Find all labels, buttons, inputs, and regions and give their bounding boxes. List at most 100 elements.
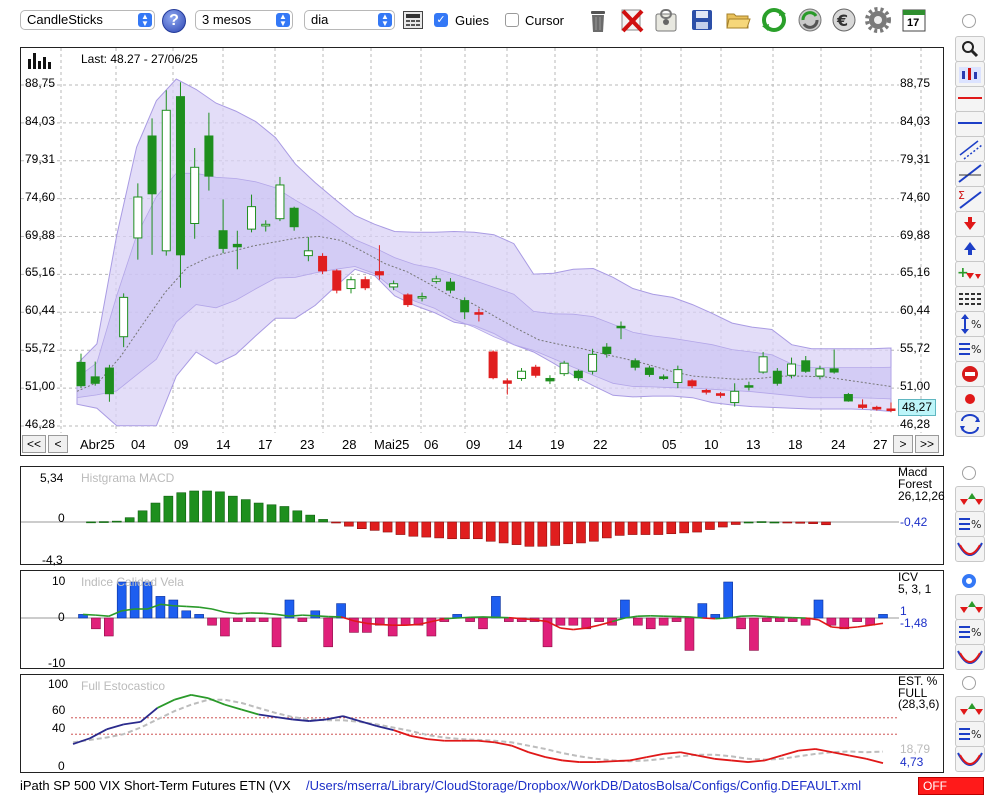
icv-line-segment [844, 626, 858, 629]
horizontal-line-red-button[interactable] [955, 86, 985, 112]
nav-next-label: > [899, 437, 907, 451]
stoch-k-line-segment [680, 751, 698, 757]
macd-tick-top: 5,34 [40, 471, 64, 485]
nav-next-button[interactable]: > [893, 435, 913, 453]
stoch-signals-button[interactable] [955, 696, 985, 722]
horizontal-line-blue-button[interactable] [955, 111, 985, 137]
settings-button[interactable] [864, 6, 892, 34]
channel-button[interactable] [955, 136, 985, 162]
main-panel-radio[interactable] [962, 14, 976, 28]
macd-percent-button[interactable]: % [955, 511, 985, 537]
record-button[interactable] [955, 386, 985, 412]
candle-body [374, 271, 384, 276]
sell-arrow-button[interactable] [955, 211, 985, 237]
zoom-button[interactable] [955, 36, 985, 62]
buy-arrow-button[interactable] [955, 236, 985, 262]
stoch-k-line-segment [528, 751, 546, 759]
magnifier-icon [962, 41, 979, 58]
nav-last-button[interactable]: >> [915, 435, 939, 453]
macd-bar [176, 492, 187, 523]
macd-panel-radio[interactable] [962, 466, 976, 480]
swap-button[interactable] [955, 411, 985, 437]
macd-bar [640, 521, 651, 535]
guies-checkbox[interactable]: ✓ [434, 13, 448, 27]
chart-style-button[interactable] [955, 61, 985, 87]
icv-signals-button[interactable] [955, 594, 985, 620]
icv-line-segment [766, 615, 780, 619]
macd-curve-button[interactable] [955, 536, 985, 562]
price-panel[interactable]: Last: 48.27 - 27/06/25 48,27 [20, 47, 944, 456]
price-tick-left: 65,16 [25, 265, 56, 280]
trendline-icon [958, 164, 982, 183]
stoch-tick-0: 0 [58, 759, 65, 773]
cursor-checkbox[interactable] [505, 13, 519, 27]
stoch-curve-button[interactable] [955, 746, 985, 772]
candle-body [488, 351, 498, 379]
calculator-button[interactable] [403, 11, 423, 29]
stoch-k-line-segment [258, 713, 276, 718]
icv-percent-button[interactable]: % [955, 619, 985, 645]
date-tick-label: 14 [216, 437, 231, 452]
open-folder-button[interactable] [724, 6, 752, 34]
icv-value-2: -1,48 [900, 616, 928, 630]
macd-bar [163, 495, 174, 523]
candle-body [403, 294, 413, 306]
icv-line-segment [508, 616, 522, 620]
stoch-k-line-segment [410, 734, 428, 741]
delete-button[interactable] [618, 6, 646, 34]
chart-type-select[interactable]: CandleSticks ▲ ▼ [20, 10, 155, 30]
add-signals-icon: + [957, 265, 981, 281]
icv-tick-zero: 0 [58, 610, 65, 624]
stoch-k-line-segment [865, 757, 884, 764]
stochastic-panel-radio[interactable] [962, 676, 976, 690]
candle-body [175, 96, 185, 256]
date-tick-label: 28 [342, 437, 357, 452]
save-button[interactable] [688, 6, 716, 34]
icv-bar [852, 617, 862, 622]
trendline-button[interactable] [955, 161, 985, 187]
icv-bar [104, 617, 114, 637]
status-badge[interactable]: OFF [918, 777, 984, 795]
refresh-button[interactable] [760, 6, 788, 34]
lock-button[interactable] [652, 6, 680, 34]
candle-body [858, 404, 868, 408]
date-tick-label: 18 [788, 437, 803, 452]
candle-body [104, 367, 114, 395]
stoch-k-line-segment [562, 759, 580, 763]
config-path[interactable]: /Users/mserra/Library/CloudStorage/Dropb… [306, 778, 861, 793]
buy-sell-signals-icon [960, 601, 983, 613]
period-select[interactable]: 3 mesos ▲ ▼ [195, 10, 293, 30]
candle-body [531, 366, 541, 376]
icv-panel[interactable]: Indice Calidad Vela [20, 570, 944, 669]
euro-icon: € [832, 8, 856, 32]
icv-curve-button[interactable] [955, 644, 985, 670]
calendar-button[interactable]: 17 [900, 6, 928, 34]
icv-panel-radio[interactable] [962, 574, 976, 588]
add-signals-button[interactable]: + [955, 261, 985, 287]
currency-button[interactable]: € [830, 6, 858, 34]
stop-button[interactable] [955, 361, 985, 387]
trash-button[interactable] [584, 6, 612, 34]
macd-signals-button[interactable] [955, 486, 985, 512]
icv-bar [813, 599, 824, 619]
price-tick-left: 46,28 [25, 417, 56, 431]
help-button[interactable]: ? [162, 9, 186, 33]
stoch-k-line-segment [173, 693, 192, 701]
interval-select[interactable]: dia ▲ ▼ [304, 10, 395, 30]
candle-body [204, 135, 214, 177]
macd-bar [99, 521, 109, 523]
sync-button[interactable] [796, 6, 824, 34]
icv-bar [168, 599, 179, 619]
nav-prev-button[interactable]: < [48, 435, 68, 453]
stochastic-panel[interactable]: Full Estocastico [20, 674, 944, 773]
nav-first-button[interactable]: << [22, 435, 46, 453]
stoch-percent-button[interactable]: % [955, 721, 985, 747]
percent-range-button[interactable]: % [955, 311, 985, 337]
sum-trend-button[interactable]: Σ [955, 186, 985, 212]
grid-lines-button[interactable] [955, 286, 985, 312]
icv-line-segment [715, 617, 729, 620]
price-tick-left: 51,00 [25, 379, 56, 394]
percent-lines-button[interactable]: % [955, 336, 985, 362]
macd-panel[interactable]: Histgrama MACD [20, 466, 944, 565]
percent-lines-icon: % [959, 518, 981, 531]
